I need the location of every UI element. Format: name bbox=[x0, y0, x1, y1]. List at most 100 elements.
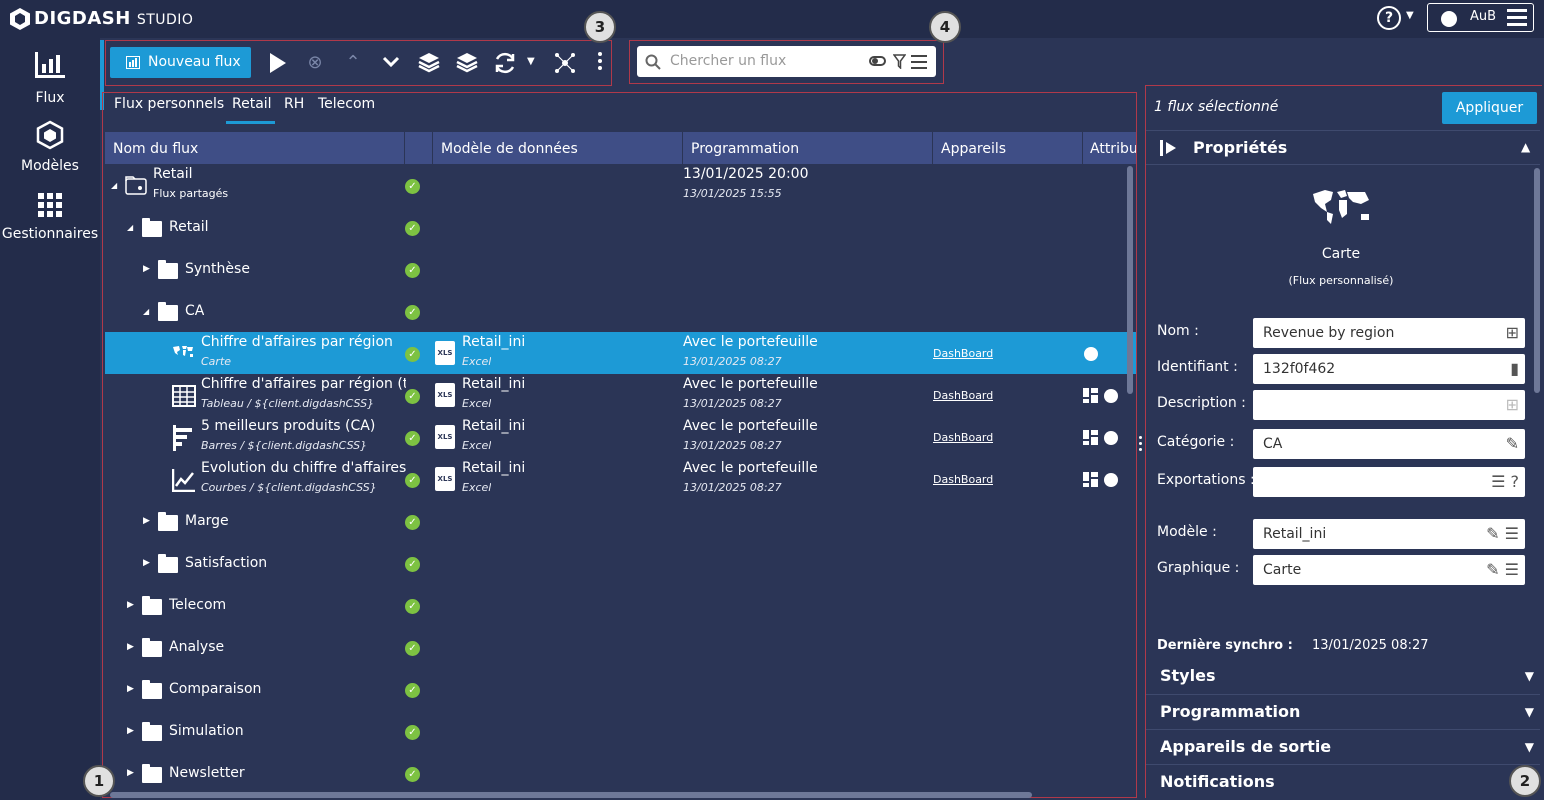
collapse-caret-icon[interactable]: ◢ bbox=[143, 307, 149, 316]
status-ok-icon: ✓ bbox=[405, 389, 420, 404]
chart-name: Carte bbox=[1321, 246, 1361, 262]
expand-caret-icon[interactable]: ▶ bbox=[127, 642, 134, 652]
column-header-attributes[interactable]: Attribu bbox=[1090, 141, 1136, 157]
row-schedule-date: 13/01/2025 15:55 bbox=[683, 187, 782, 200]
chevron-down-icon: ▼ bbox=[1524, 705, 1534, 719]
table-row[interactable]: ▶ Telecom ✓ bbox=[105, 584, 1136, 626]
label-graphique: Graphique : bbox=[1157, 560, 1240, 576]
cube-icon bbox=[36, 120, 64, 150]
hamburger-menu-icon[interactable] bbox=[1507, 8, 1527, 27]
edit-list-icon[interactable]: ✎ ☰ bbox=[1486, 555, 1519, 585]
category-field[interactable]: CA ✎ bbox=[1253, 429, 1525, 459]
table-row[interactable]: Evolution du chiffre d'affaires Courbes … bbox=[105, 458, 1136, 500]
chart-value: Carte bbox=[1263, 562, 1302, 578]
column-header-devices[interactable]: Appareils bbox=[941, 141, 1006, 157]
expand-caret-icon[interactable]: ▶ bbox=[143, 558, 150, 568]
device-link[interactable]: DashBoard bbox=[933, 347, 993, 360]
device-link[interactable]: DashBoard bbox=[933, 431, 993, 444]
rail-item-gestionnaires[interactable]: Gestionnaires bbox=[0, 193, 100, 242]
column-header-schedule[interactable]: Programmation bbox=[691, 141, 799, 157]
splitter-handle[interactable] bbox=[1139, 436, 1143, 451]
id-field[interactable]: 132f0f462 ▮ bbox=[1253, 354, 1525, 384]
column-header-name[interactable]: Nom du flux bbox=[113, 141, 198, 157]
device-link[interactable]: DashBoard bbox=[933, 389, 993, 402]
document-icon[interactable]: ▮ bbox=[1510, 354, 1519, 384]
rail-item-flux[interactable]: Flux bbox=[0, 50, 100, 106]
collapse-caret-icon[interactable]: ◢ bbox=[111, 181, 117, 190]
left-rail: Flux Modèles Gestionnaires bbox=[0, 38, 100, 800]
table-row[interactable]: ▶ Satisfaction ✓ bbox=[105, 542, 1136, 584]
product-text: STUDIO bbox=[136, 12, 194, 28]
table-row[interactable]: ◢ Retail ✓ bbox=[105, 206, 1136, 248]
table-row[interactable]: Chiffre d'affaires par région (t... Tabl… bbox=[105, 374, 1136, 416]
table-row[interactable]: ▶ Synthèse ✓ bbox=[105, 248, 1136, 290]
translate-icon[interactable]: ⊞ bbox=[1506, 390, 1519, 420]
horizontal-scrollbar[interactable] bbox=[110, 792, 1032, 798]
name-field[interactable]: Revenue by region ⊞ bbox=[1253, 318, 1525, 348]
table-row[interactable]: ◢ CA ✓ bbox=[105, 290, 1136, 332]
tab-telecom[interactable]: Telecom bbox=[318, 96, 375, 112]
row-schedule: Avec le portefeuille bbox=[683, 376, 818, 392]
expand-caret-icon[interactable]: ▶ bbox=[127, 768, 134, 778]
expand-caret-icon[interactable]: ▶ bbox=[143, 264, 150, 274]
table-row-selected[interactable]: Chiffre d'affaires par région Carte ✓ XL… bbox=[105, 332, 1136, 374]
properties-title: Propriétés bbox=[1193, 138, 1288, 157]
status-ok-icon: ✓ bbox=[405, 179, 420, 194]
table-row[interactable]: ▶ Analyse ✓ bbox=[105, 626, 1136, 668]
table-row[interactable]: ▶ Marge ✓ bbox=[105, 500, 1136, 542]
status-ok-icon: ✓ bbox=[405, 641, 420, 656]
chart-field[interactable]: Carte ✎ ☰ bbox=[1253, 555, 1525, 585]
rail-label-gestionnaires: Gestionnaires bbox=[1, 226, 99, 242]
table-row[interactable]: ◢ Retail Flux partagés ✓ 13/01/2025 20:0… bbox=[105, 164, 1136, 206]
tab-retail[interactable]: Retail bbox=[232, 96, 272, 112]
vertical-scrollbar[interactable] bbox=[1127, 166, 1133, 394]
selection-count: 1 flux sélectionné bbox=[1154, 99, 1279, 115]
help-icon[interactable]: ? bbox=[1377, 6, 1401, 30]
chevron-up-icon[interactable]: ▲ bbox=[1521, 140, 1530, 154]
table-row[interactable]: 5 meilleurs produits (CA) Barres / ${cli… bbox=[105, 416, 1136, 458]
tab-flux-personnels[interactable]: Flux personnels bbox=[114, 96, 224, 112]
rail-label-modeles: Modèles bbox=[21, 158, 79, 174]
apply-button[interactable]: Appliquer bbox=[1442, 92, 1537, 124]
edit-list-icon[interactable]: ✎ ☰ bbox=[1486, 519, 1519, 549]
expand-caret-icon[interactable]: ▶ bbox=[127, 600, 134, 610]
xls-file-icon: XLS bbox=[435, 467, 455, 491]
section-notifications[interactable]: Notifications bbox=[1146, 764, 1540, 798]
device-link[interactable]: DashBoard bbox=[933, 473, 993, 486]
table-row[interactable]: ▶ Newsletter ✓ bbox=[105, 752, 1136, 794]
table-row[interactable]: ▶ Comparaison ✓ bbox=[105, 668, 1136, 710]
row-schedule: Avec le portefeuille bbox=[683, 334, 818, 350]
list-help-icon[interactable]: ☰ ? bbox=[1491, 467, 1519, 497]
expand-caret-icon[interactable]: ▶ bbox=[143, 516, 150, 526]
model-field[interactable]: Retail_ini ✎ ☰ bbox=[1253, 519, 1525, 549]
collapse-caret-icon[interactable]: ◢ bbox=[127, 223, 133, 232]
section-title: Styles bbox=[1160, 666, 1216, 685]
edit-icon[interactable]: ✎ bbox=[1506, 429, 1519, 459]
exports-field[interactable]: ☰ ? bbox=[1253, 467, 1525, 497]
rail-label-flux: Flux bbox=[35, 90, 65, 106]
section-styles[interactable]: Styles ▼ bbox=[1146, 659, 1540, 693]
row-schedule: Avec le portefeuille bbox=[683, 460, 818, 476]
table-row[interactable]: ▶ Simulation ✓ bbox=[105, 710, 1136, 752]
description-field[interactable]: ⊞ bbox=[1253, 390, 1525, 420]
user-menu-button[interactable]: AuB bbox=[1427, 3, 1534, 32]
row-schedule-date: 13/01/2025 08:27 bbox=[683, 355, 782, 368]
name-value: Revenue by region bbox=[1263, 325, 1395, 341]
tab-rh[interactable]: RH bbox=[284, 96, 304, 112]
expand-caret-icon[interactable]: ▶ bbox=[127, 684, 134, 694]
translate-icon[interactable]: ⊞ bbox=[1506, 318, 1519, 348]
panel-toggle-icon[interactable] bbox=[1160, 140, 1178, 156]
help-dropdown-icon[interactable]: ▼ bbox=[1406, 10, 1414, 21]
column-header-model[interactable]: Modèle de données bbox=[441, 141, 578, 157]
user-avatar-icon bbox=[1441, 11, 1457, 27]
row-model-type: Excel bbox=[462, 355, 492, 368]
section-appareils[interactable]: Appareils de sortie ▼ bbox=[1146, 729, 1540, 763]
expand-caret-icon[interactable]: ▶ bbox=[127, 726, 134, 736]
folder-icon bbox=[142, 638, 162, 657]
annotation-box-toolbar bbox=[105, 40, 612, 86]
status-ok-icon: ✓ bbox=[405, 515, 420, 530]
folder-icon bbox=[142, 218, 162, 237]
section-programmation[interactable]: Programmation ▼ bbox=[1146, 694, 1540, 728]
rail-item-modeles[interactable]: Modèles bbox=[0, 120, 100, 174]
row-name: CA bbox=[185, 303, 205, 319]
